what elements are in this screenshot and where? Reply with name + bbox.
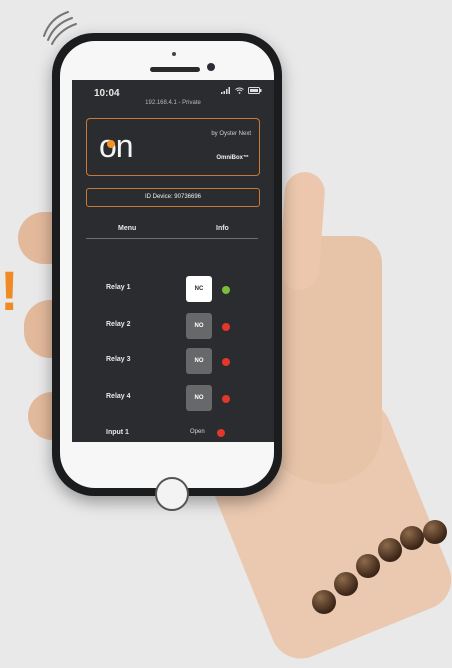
relay-row: Relay 2 NO bbox=[72, 313, 274, 341]
bracelet-bead bbox=[400, 526, 424, 550]
relay-status-led bbox=[222, 358, 230, 366]
relay-status-led bbox=[222, 323, 230, 331]
relay-toggle-button[interactable]: NO bbox=[186, 313, 212, 339]
bracelet-bead bbox=[356, 554, 380, 578]
tab-info[interactable]: Info bbox=[216, 225, 229, 232]
device-id-field: ID Device: 90736696 bbox=[86, 188, 260, 207]
status-icons bbox=[221, 87, 262, 94]
brand-panel: on by Oyster Next OmniBox™ bbox=[86, 118, 260, 176]
browser-url: 192.168.4.1 - Private bbox=[145, 100, 201, 106]
relay-row: Relay 4 NO bbox=[72, 385, 274, 413]
phone-screen: 10:04 192.168.4.1 - Private on by Oyster… bbox=[72, 80, 274, 442]
tab-menu[interactable]: Menu bbox=[118, 225, 136, 232]
input-status-led bbox=[217, 429, 225, 437]
cellular-icon bbox=[221, 87, 230, 94]
bracelet-bead bbox=[378, 538, 402, 562]
relay-status-led bbox=[222, 395, 230, 403]
input-status: Open bbox=[190, 429, 205, 435]
relay-row: Relay 1 NC bbox=[72, 276, 274, 304]
product-name: OmniBox™ bbox=[216, 155, 249, 161]
relay-row: Relay 3 NO bbox=[72, 348, 274, 376]
home-button-icon[interactable] bbox=[155, 477, 189, 511]
relay-label: Relay 2 bbox=[106, 321, 131, 328]
relay-toggle-button[interactable]: NO bbox=[186, 385, 212, 411]
orange-exclamation-mark: ! bbox=[0, 262, 14, 320]
front-camera bbox=[207, 63, 215, 71]
bracelet-bead bbox=[334, 572, 358, 596]
relay-label: Relay 4 bbox=[106, 393, 131, 400]
relay-status-led bbox=[222, 286, 230, 294]
bracelet-bead bbox=[312, 590, 336, 614]
bracelet-bead bbox=[423, 520, 447, 544]
nav-divider bbox=[86, 238, 258, 239]
relay-toggle-button[interactable]: NC bbox=[186, 276, 212, 302]
wifi-icon bbox=[235, 87, 244, 94]
battery-icon bbox=[248, 87, 262, 94]
relay-label: Relay 1 bbox=[106, 284, 131, 291]
status-time: 10:04 bbox=[94, 88, 120, 99]
logo-dot bbox=[107, 140, 115, 148]
relay-label: Relay 3 bbox=[106, 356, 131, 363]
sensor-dot bbox=[172, 52, 176, 56]
relay-toggle-button[interactable]: NO bbox=[186, 348, 212, 374]
input-label: Input 1 bbox=[106, 429, 129, 436]
speaker bbox=[150, 67, 200, 72]
thumb bbox=[277, 170, 327, 292]
brand-byline: by Oyster Next bbox=[211, 131, 251, 137]
logo-text: on bbox=[99, 128, 134, 164]
